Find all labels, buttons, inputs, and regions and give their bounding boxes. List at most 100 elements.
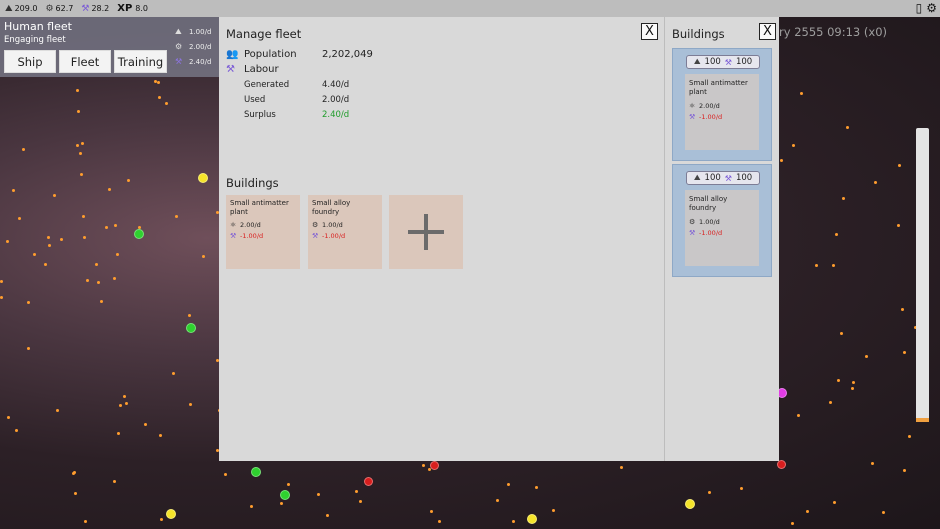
star[interactable] — [123, 395, 126, 398]
close-button[interactable]: X — [759, 23, 776, 40]
star[interactable] — [76, 89, 79, 92]
star[interactable] — [108, 188, 111, 191]
star[interactable] — [114, 224, 117, 227]
planet-green[interactable] — [251, 467, 261, 477]
star[interactable] — [47, 236, 50, 239]
star[interactable] — [82, 215, 85, 218]
star[interactable] — [835, 233, 838, 236]
star[interactable] — [119, 404, 122, 407]
star[interactable] — [105, 226, 108, 229]
star[interactable] — [79, 152, 82, 155]
star[interactable] — [496, 499, 499, 502]
building-card-alloy[interactable]: Small alloy foundry ⚙ 1.00/d ⚒ -1.00/d — [308, 195, 382, 269]
star[interactable] — [438, 520, 441, 523]
star[interactable] — [882, 511, 885, 514]
star[interactable] — [74, 492, 77, 495]
star[interactable] — [113, 480, 116, 483]
star[interactable] — [144, 423, 147, 426]
star[interactable] — [840, 332, 843, 335]
star[interactable] — [160, 518, 163, 521]
star[interactable] — [84, 520, 87, 523]
star[interactable] — [159, 434, 162, 437]
star[interactable] — [116, 253, 119, 256]
star[interactable] — [80, 173, 83, 176]
planet-green[interactable] — [134, 229, 144, 239]
star[interactable] — [22, 148, 25, 151]
star[interactable] — [829, 401, 832, 404]
planet-green[interactable] — [186, 323, 196, 333]
star[interactable] — [552, 509, 555, 512]
planet-yellow[interactable] — [685, 499, 695, 509]
star[interactable] — [250, 505, 253, 508]
star[interactable] — [53, 194, 56, 197]
star[interactable] — [12, 189, 15, 192]
star[interactable] — [113, 277, 116, 280]
star[interactable] — [512, 520, 515, 523]
star[interactable] — [865, 355, 868, 358]
star[interactable] — [898, 164, 901, 167]
star[interactable] — [224, 473, 227, 476]
star[interactable] — [165, 102, 168, 105]
star[interactable] — [422, 464, 425, 467]
star[interactable] — [317, 493, 320, 496]
star[interactable] — [202, 255, 205, 258]
star[interactable] — [27, 347, 30, 350]
star[interactable] — [95, 263, 98, 266]
star[interactable] — [287, 483, 290, 486]
star[interactable] — [620, 466, 623, 469]
star[interactable] — [837, 379, 840, 382]
star[interactable] — [797, 414, 800, 417]
star[interactable] — [56, 409, 59, 412]
star[interactable] — [852, 381, 855, 384]
star[interactable] — [175, 215, 178, 218]
star[interactable] — [48, 244, 51, 247]
fleet-button[interactable]: Fleet — [59, 50, 111, 73]
star[interactable] — [507, 483, 510, 486]
star[interactable] — [833, 501, 836, 504]
planet-green[interactable] — [280, 490, 290, 500]
star[interactable] — [897, 224, 900, 227]
zoom-scrollbar[interactable] — [916, 128, 929, 422]
star[interactable] — [158, 96, 161, 99]
star[interactable] — [0, 296, 3, 299]
star[interactable] — [157, 81, 160, 84]
star[interactable] — [100, 300, 103, 303]
star[interactable] — [832, 264, 835, 267]
planet-red[interactable] — [430, 461, 439, 470]
planet-red[interactable] — [364, 477, 373, 486]
star[interactable] — [72, 472, 75, 475]
star[interactable] — [81, 142, 84, 145]
star[interactable] — [815, 264, 818, 267]
star[interactable] — [172, 372, 175, 375]
star[interactable] — [780, 159, 783, 162]
star[interactable] — [44, 263, 47, 266]
star[interactable] — [359, 500, 362, 503]
star[interactable] — [77, 110, 80, 113]
star[interactable] — [7, 416, 10, 419]
building-card-antimatter[interactable]: Small antimatter plant ⚛ 2.00/d ⚒ -1.00/… — [226, 195, 300, 269]
scrollbar-thumb[interactable] — [916, 418, 929, 422]
star[interactable] — [326, 514, 329, 517]
star[interactable] — [708, 491, 711, 494]
gear-icon[interactable]: ⚙ — [926, 1, 937, 15]
star[interactable] — [791, 522, 794, 525]
star[interactable] — [842, 197, 845, 200]
star[interactable] — [18, 217, 21, 220]
star[interactable] — [908, 435, 911, 438]
star[interactable] — [280, 502, 283, 505]
star[interactable] — [83, 236, 86, 239]
add-building-button[interactable] — [389, 195, 463, 269]
star[interactable] — [846, 126, 849, 129]
planet-yellow[interactable] — [198, 173, 208, 183]
star[interactable] — [86, 279, 89, 282]
star[interactable] — [60, 238, 63, 241]
training-button[interactable]: Training — [114, 50, 167, 73]
planet-yellow[interactable] — [166, 509, 176, 519]
star[interactable] — [127, 179, 130, 182]
star[interactable] — [430, 510, 433, 513]
planet-yellow[interactable] — [527, 514, 537, 524]
star[interactable] — [800, 92, 803, 95]
star[interactable] — [188, 314, 191, 317]
star[interactable] — [792, 144, 795, 147]
close-button[interactable]: X — [641, 23, 658, 40]
